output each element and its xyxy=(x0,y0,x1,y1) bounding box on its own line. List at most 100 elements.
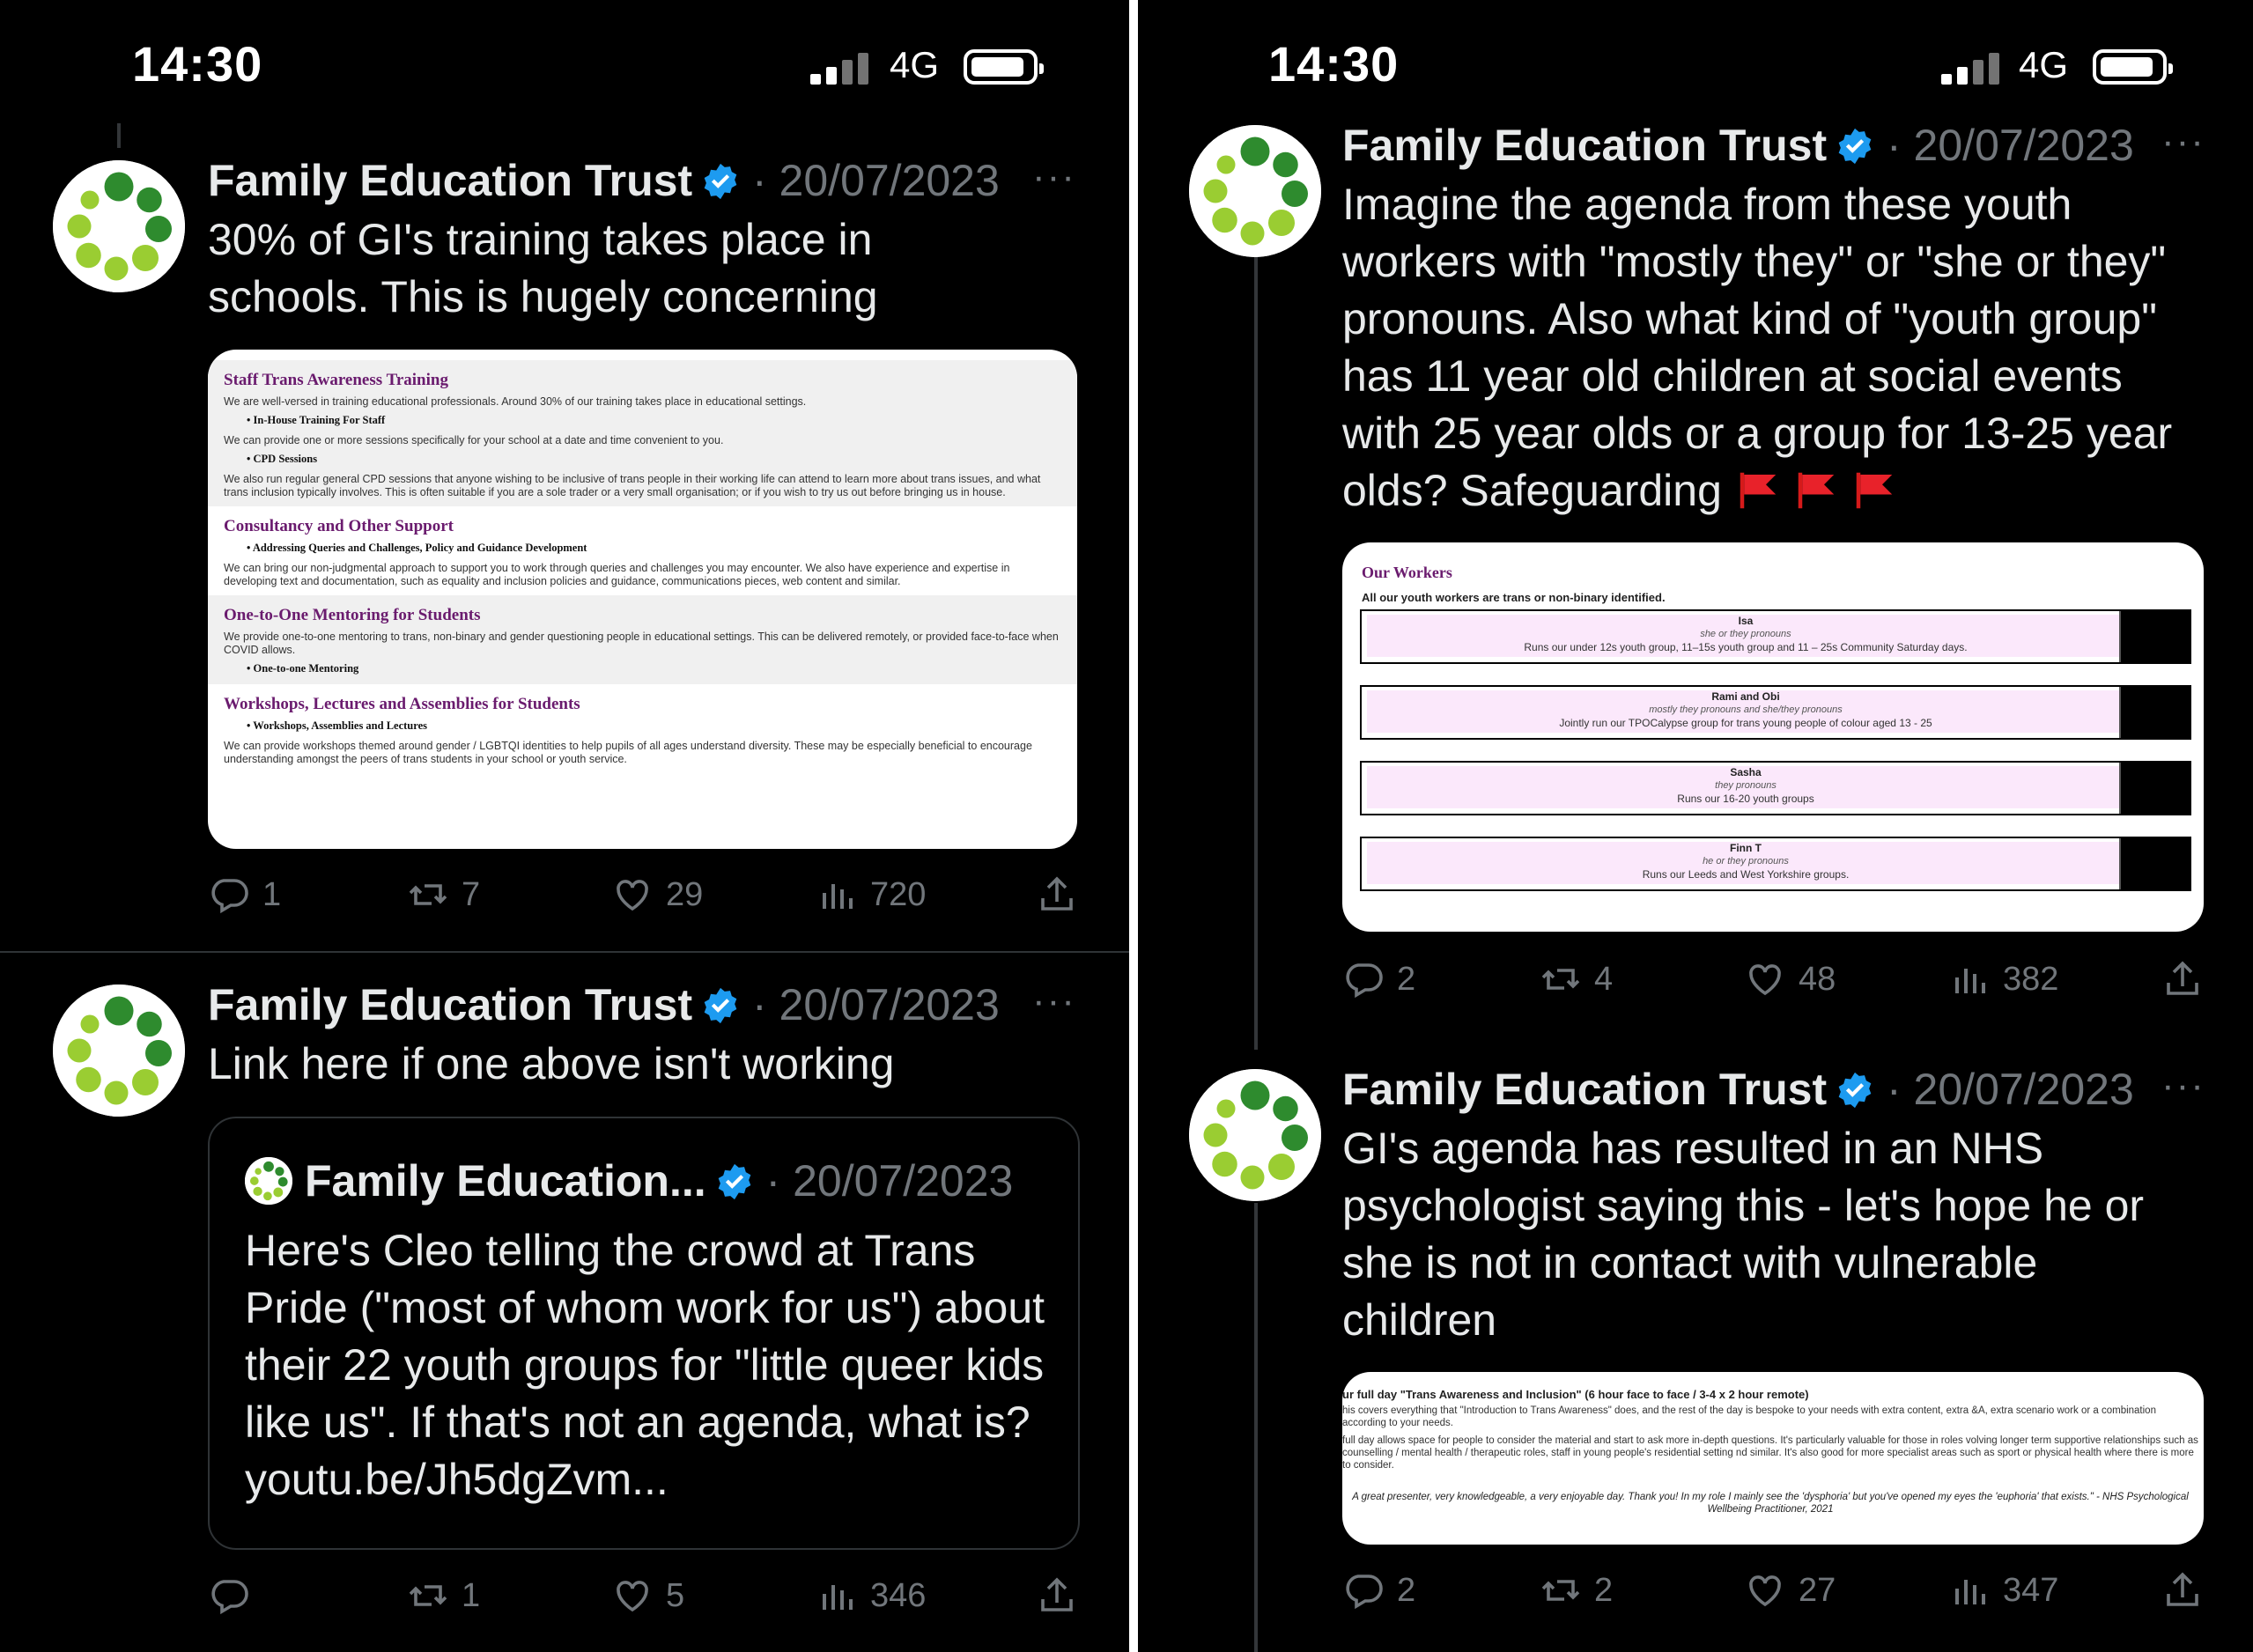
views-button[interactable]: 720 xyxy=(816,874,926,916)
image-heading: ur full day "Trans Awareness and Inclusi… xyxy=(1342,1388,1809,1401)
like-button[interactable]: 5 xyxy=(611,1575,684,1617)
worker-card: Sasha they pronouns Runs our 16-20 youth g… xyxy=(1360,761,2191,815)
tweet-text: Imagine the agenda from these youth work… xyxy=(1342,176,2232,520)
tweet-text-content: Imagine the agenda from these youth work… xyxy=(1342,180,2173,515)
author-name[interactable]: Family Education Trust xyxy=(208,980,692,1029)
views-button[interactable]: 347 xyxy=(1948,1569,2058,1611)
worker-pronouns: she or they pronouns xyxy=(1700,629,1791,639)
status-time: 14:30 xyxy=(1268,36,1400,92)
tweet-date[interactable]: · 20/07/2023 xyxy=(752,156,1000,205)
verified-badge-icon xyxy=(1836,1071,1874,1110)
worker-role: Runs our under 12s youth group, 11–15s y… xyxy=(1524,641,1968,653)
section-item-label: Workshops, Assemblies and Lectures xyxy=(247,719,1061,733)
heart-icon xyxy=(611,1575,654,1617)
retweet-icon xyxy=(1540,958,1582,1000)
worker-role: Jointly run our TPOCalypse group for tra… xyxy=(1559,717,1932,729)
retweet-button[interactable]: 7 xyxy=(407,874,480,916)
verified-badge-icon xyxy=(701,162,740,201)
reply-button[interactable]: 1 xyxy=(208,874,281,916)
share-button[interactable] xyxy=(2161,1569,2216,1611)
avatar[interactable] xyxy=(1189,125,1321,257)
quoted-tweet-header: Family Education... · 20/07/2023 xyxy=(245,1155,1013,1206)
battery-icon xyxy=(2093,49,2173,85)
worker-name: Finn T xyxy=(1730,842,1762,854)
retweet-button[interactable]: 4 xyxy=(1540,958,1613,1000)
tweet-header: Family Education Trust · 20/07/2023 xyxy=(1342,119,2134,172)
view-count: 346 xyxy=(870,1577,927,1614)
family-education-trust-logo-icon xyxy=(1189,125,1321,257)
signal-icon xyxy=(1941,49,2001,85)
more-options-icon[interactable]: ··· xyxy=(1032,155,1076,199)
quoted-tweet[interactable]: Family Education... · 20/07/2023 Here's … xyxy=(208,1117,1080,1550)
reply-button[interactable]: 2 xyxy=(1342,958,1415,1000)
retweet-button[interactable]: 2 xyxy=(1540,1569,1613,1611)
worker-info: Rami and Obi mostly they pronouns and she… xyxy=(1367,690,2124,733)
retweet-count: 7 xyxy=(462,876,481,913)
status-bar: 14:30 4G xyxy=(1138,0,2253,132)
retweet-count: 1 xyxy=(462,1577,481,1614)
reply-button[interactable] xyxy=(208,1575,262,1617)
more-options-icon[interactable]: ··· xyxy=(2161,1064,2205,1108)
avatar[interactable] xyxy=(53,160,185,292)
reply-button[interactable]: 2 xyxy=(1342,1569,1415,1611)
heart-icon xyxy=(611,874,654,916)
like-button[interactable]: 48 xyxy=(1744,958,1836,1000)
worker-photo-placeholder xyxy=(2119,687,2190,738)
view-count: 382 xyxy=(2003,961,2059,998)
section-item-label: In-House Training For Staff xyxy=(247,414,1061,427)
training-section: Staff Trans Awareness Training We are wel… xyxy=(208,360,1077,506)
workers-title: Our Workers xyxy=(1362,564,1452,581)
tweet-date[interactable]: · 20/07/2023 xyxy=(1887,1065,2134,1114)
tweet-image-training[interactable]: Staff Trans Awareness Training We are wel… xyxy=(208,350,1077,849)
tweet-image-our-workers[interactable]: Our Workers All our youth workers are tr… xyxy=(1342,542,2204,932)
worker-info: Isa she or they pronouns Runs our under 12… xyxy=(1367,615,2124,657)
views-icon xyxy=(816,1575,858,1617)
retweet-icon xyxy=(407,874,449,916)
share-button[interactable] xyxy=(1036,1575,1090,1617)
section-item-text: We can provide workshops themed around g… xyxy=(224,740,1032,765)
retweet-button[interactable]: 1 xyxy=(407,1575,480,1617)
like-button[interactable]: 27 xyxy=(1744,1569,1836,1611)
share-button[interactable] xyxy=(2161,958,2216,1000)
section-title: Workshops, Lectures and Assemblies for S… xyxy=(224,695,580,713)
worker-pronouns: they pronouns xyxy=(1715,780,1777,791)
author-name[interactable]: Family Education Trust xyxy=(1342,121,1827,170)
more-options-icon[interactable]: ··· xyxy=(1032,979,1076,1023)
retweet-icon xyxy=(1540,1569,1582,1611)
tweet-header: Family Education Trust · 20/07/2023 xyxy=(208,154,1000,207)
thread-line xyxy=(1254,1203,1258,1652)
more-options-icon[interactable]: ··· xyxy=(2161,120,2205,164)
views-button[interactable]: 382 xyxy=(1948,958,2058,1000)
section-item-label: CPD Sessions xyxy=(247,453,1061,466)
avatar[interactable] xyxy=(53,985,185,1117)
section-intro: We are well-versed in training education… xyxy=(224,395,807,408)
reply-icon xyxy=(208,1575,250,1617)
section-intro: We provide one-to-one mentoring to trans… xyxy=(224,631,1059,656)
family-education-trust-logo-icon xyxy=(53,160,185,292)
worker-name: Sasha xyxy=(1730,766,1762,778)
tweet-date[interactable]: · 20/07/2023 xyxy=(1887,121,2134,170)
share-icon xyxy=(2161,958,2204,1000)
reply-count: 1 xyxy=(262,876,282,913)
right-screenshot: 14:30 4G Family Education Trust · 20/07/… xyxy=(1138,0,2253,1652)
author-name[interactable]: Family Education Trust xyxy=(1342,1065,1827,1114)
like-button[interactable]: 29 xyxy=(611,874,703,916)
red-flag-icon xyxy=(1792,467,1840,514)
status-bar: 14:30 4G xyxy=(0,0,1129,132)
verified-badge-icon xyxy=(701,986,740,1025)
workers-list: Isa she or they pronouns Runs our under 12… xyxy=(1342,609,2204,891)
red-flag-icon xyxy=(1734,467,1782,514)
share-button[interactable] xyxy=(1036,874,1090,916)
views-icon xyxy=(1948,958,1991,1000)
worker-photo-placeholder xyxy=(2119,611,2190,662)
tweet-date[interactable]: · 20/07/2023 xyxy=(752,980,1000,1029)
worker-name: Rami and Obi xyxy=(1711,690,1780,703)
avatar[interactable] xyxy=(1189,1069,1321,1201)
retweet-count: 4 xyxy=(1594,961,1614,998)
author-name[interactable]: Family Education Trust xyxy=(208,156,692,205)
like-count: 27 xyxy=(1799,1572,1836,1609)
views-button[interactable]: 346 xyxy=(816,1575,926,1617)
view-count: 347 xyxy=(2003,1572,2059,1609)
retweet-icon xyxy=(407,1575,449,1617)
tweet-image-training-quote[interactable]: ur full day "Trans Awareness and Inclusi… xyxy=(1342,1372,2204,1545)
